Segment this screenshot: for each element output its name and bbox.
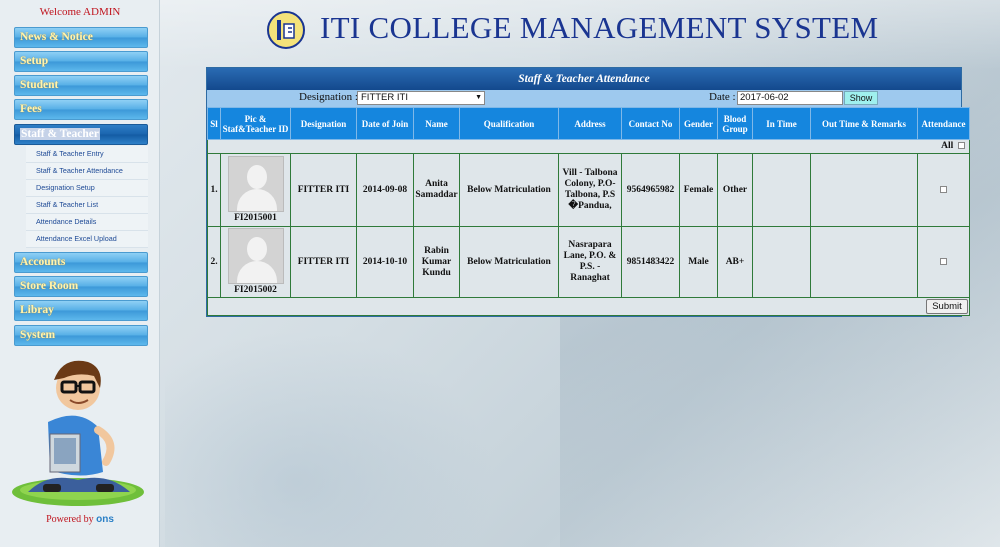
- select-all-checkbox[interactable]: [958, 142, 965, 150]
- attendance-panel: Staff & Teacher Attendance Designation :…: [206, 67, 970, 317]
- designation-label: Designation :: [299, 91, 358, 103]
- col-header-name: Name: [413, 107, 460, 140]
- staff-id: FI2015002: [234, 285, 277, 295]
- attendance-checkbox[interactable]: [940, 257, 947, 265]
- submit-row: Submit: [207, 297, 970, 316]
- row-address: Nasrapara Lane, P.O. & P.S. - Ranaghat: [558, 226, 622, 298]
- submenu-staff-teacher-attendance[interactable]: Staff & Teacher Attendance: [26, 163, 148, 180]
- menu-store-room[interactable]: Store Room: [14, 276, 148, 297]
- col-header-in-time: In Time: [752, 107, 811, 140]
- menu-news-notice[interactable]: News & Notice: [14, 27, 148, 48]
- col-header-date-of-join: Date of Join: [356, 107, 414, 140]
- row-contact: 9564965982: [621, 153, 680, 227]
- row-name: Rabin Kumar Kundu: [413, 226, 460, 298]
- designation-select-value: FITTER ITI: [361, 92, 408, 103]
- welcome-text: Welcome ADMIN: [39, 6, 121, 18]
- row-in-time: [752, 226, 811, 298]
- date-input[interactable]: 2017-06-02: [737, 91, 843, 105]
- submenu-staff-teacher-entry[interactable]: Staff & Teacher Entry: [26, 146, 148, 163]
- menu-staff-teacher[interactable]: Staff & Teacher: [14, 124, 148, 145]
- menu-setup[interactable]: Setup: [14, 51, 148, 72]
- row-blood-group: AB+: [717, 226, 753, 298]
- row-designation: FITTER ITI: [290, 153, 357, 227]
- table-row: 1. FI2015001 FITTER ITI 2014-09-08 Anita…: [207, 153, 970, 227]
- attendance-checkbox[interactable]: [940, 185, 947, 193]
- submit-button[interactable]: Submit: [926, 299, 968, 314]
- row-out-time: [810, 153, 918, 227]
- staff-photo-placeholder: [227, 156, 284, 212]
- app-title: ITI COLLEGE MANAGEMENT SYSTEM: [320, 10, 879, 45]
- designation-select[interactable]: FITTER ITI ▼: [357, 91, 485, 105]
- row-blood-group: Other: [717, 153, 753, 227]
- row-gender: Female: [679, 153, 718, 227]
- col-header-pic-id: Pic & Staf&Teacher ID: [220, 107, 291, 140]
- col-header-sl: Sl: [207, 107, 221, 140]
- row-sl: 1.: [207, 153, 221, 227]
- row-in-time: [752, 153, 811, 227]
- chevron-down-icon: ▼: [475, 94, 482, 101]
- select-all-label: All: [941, 141, 954, 151]
- col-header-attendance: Attendance: [917, 107, 970, 140]
- submenu-staff-teacher-list[interactable]: Staff & Teacher List: [26, 197, 148, 214]
- attendance-table: Sl Pic & Staf&Teacher ID Designation Dat…: [207, 107, 970, 316]
- staff-id: FI2015001: [234, 213, 277, 223]
- col-header-out-time: Out Time & Remarks: [810, 107, 918, 140]
- col-header-qualification: Qualification: [459, 107, 559, 140]
- powered-by-text: Powered by: [46, 514, 94, 525]
- col-header-address: Address: [558, 107, 622, 140]
- row-contact: 9851483422: [621, 226, 680, 298]
- show-button[interactable]: Show: [844, 91, 878, 105]
- row-qualification: Below Matriculation: [459, 153, 559, 227]
- row-sl: 2.: [207, 226, 221, 298]
- menu-fees[interactable]: Fees: [14, 99, 148, 120]
- row-designation: FITTER ITI: [290, 226, 357, 298]
- staff-teacher-submenu: Staff & Teacher Entry Staff & Teacher At…: [26, 146, 148, 248]
- date-label: Date :: [709, 91, 736, 103]
- powered-by: Powered by ons: [0, 514, 160, 525]
- panel-title: Staff & Teacher Attendance: [207, 68, 961, 90]
- iti-logo-icon: [267, 11, 305, 49]
- table-row: 2. FI2015002 FITTER ITI 2014-10-10 Rabin…: [207, 226, 970, 298]
- staff-photo-placeholder: [227, 228, 284, 284]
- col-header-gender: Gender: [679, 107, 718, 140]
- row-out-time: [810, 226, 918, 298]
- row-date-of-join: 2014-10-10: [356, 226, 414, 298]
- table-header-row: Sl Pic & Staf&Teacher ID Designation Dat…: [207, 107, 970, 140]
- menu-accounts[interactable]: Accounts: [14, 252, 148, 273]
- col-header-blood-group: Blood Group: [717, 107, 753, 140]
- submenu-attendance-details[interactable]: Attendance Details: [26, 214, 148, 231]
- row-qualification: Below Matriculation: [459, 226, 559, 298]
- submenu-attendance-excel-upload[interactable]: Attendance Excel Upload: [26, 231, 148, 248]
- menu-system[interactable]: System: [14, 325, 148, 346]
- student-laptop-illustration: [12, 360, 144, 506]
- row-address: Vill - Talbona Colony, P.O-Talbona, P.S …: [558, 153, 622, 227]
- submenu-designation-setup[interactable]: Designation Setup: [26, 180, 148, 197]
- col-header-contact: Contact No: [621, 107, 680, 140]
- sidebar: Welcome ADMIN News & Notice Setup Studen…: [0, 0, 160, 547]
- select-all-row: All: [207, 139, 970, 154]
- ons-logo: ons: [96, 514, 114, 525]
- row-name: Anita Samaddar: [413, 153, 460, 227]
- row-date-of-join: 2014-09-08: [356, 153, 414, 227]
- menu-student[interactable]: Student: [14, 75, 148, 96]
- row-gender: Male: [679, 226, 718, 298]
- menu-staff-teacher-label: Staff & Teacher: [20, 128, 100, 140]
- filter-row: Designation : FITTER ITI ▼ Date : 2017-0…: [207, 90, 961, 107]
- menu-library[interactable]: Libray: [14, 300, 148, 321]
- col-header-designation: Designation: [290, 107, 357, 140]
